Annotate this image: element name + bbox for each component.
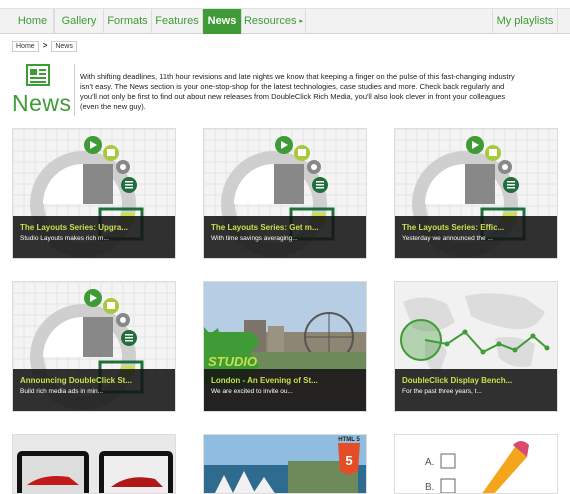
intro-text: With shifting deadlines, 11th hour revis… bbox=[80, 72, 515, 111]
breadcrumb-home[interactable]: Home bbox=[12, 41, 39, 52]
card-title: Announcing DoubleClick St... bbox=[20, 376, 132, 385]
card-subtitle: Yesterday we announced the ... bbox=[402, 235, 493, 242]
svg-text:5: 5 bbox=[345, 453, 352, 468]
nav-home[interactable]: Home bbox=[12, 9, 54, 34]
card-caption: The Layouts Series: Effic... Yesterday w… bbox=[395, 216, 557, 258]
card-caption: The Layouts Series: Upgra... Studio Layo… bbox=[13, 216, 175, 258]
breadcrumb-current[interactable]: News bbox=[51, 41, 77, 52]
html5-badge: HTML 5 bbox=[338, 437, 360, 443]
quiz-label-b: B. bbox=[425, 482, 434, 493]
card-title: The Layouts Series: Effic... bbox=[402, 223, 505, 232]
card-subtitle: We are excited to invite ou... bbox=[211, 388, 293, 395]
news-icon bbox=[26, 64, 50, 86]
card-title: DoubleClick Display Bench... bbox=[402, 376, 513, 385]
card-caption: The Layouts Series: Get m... With time s… bbox=[204, 216, 366, 258]
studio-badge: STUDIO bbox=[208, 354, 257, 369]
quiz-image: A. B. bbox=[425, 441, 529, 493]
card-caption: DoubleClick Display Bench... For the pas… bbox=[395, 369, 557, 411]
news-card[interactable]: STUDIO London - An Evening of St... We a… bbox=[203, 281, 367, 412]
news-card[interactable]: DoubleClick Display Bench... For the pas… bbox=[394, 281, 558, 412]
tablets-image bbox=[17, 451, 173, 493]
nav-my-playlists[interactable]: My playlists bbox=[492, 9, 558, 34]
news-card[interactable]: The Layouts Series: Effic... Yesterday w… bbox=[394, 128, 558, 259]
breadcrumb: Home > News bbox=[12, 41, 77, 53]
nav-formats[interactable]: Formats bbox=[104, 9, 152, 34]
news-card[interactable]: The Layouts Series: Upgra... Studio Layo… bbox=[12, 128, 176, 259]
bottom-card-quiz[interactable]: A. B. bbox=[394, 434, 558, 494]
card-caption: London - An Evening of St... We are exci… bbox=[204, 369, 366, 411]
breadcrumb-separator: > bbox=[42, 41, 48, 50]
nav-news[interactable]: News bbox=[203, 9, 242, 34]
card-subtitle: Build rich media ads in min... bbox=[20, 388, 104, 395]
card-subtitle: For the past three years, t... bbox=[402, 388, 482, 395]
main-nav: Home Gallery Formats Features News Resou… bbox=[0, 8, 570, 34]
bottom-card-tablets[interactable] bbox=[12, 434, 176, 494]
page-title: News bbox=[12, 90, 72, 116]
card-title: The Layouts Series: Upgra... bbox=[20, 223, 129, 232]
card-subtitle: With time savings averaging... bbox=[211, 235, 298, 242]
header-divider bbox=[74, 64, 75, 116]
card-title: London - An Evening of St... bbox=[211, 376, 318, 385]
nav-features[interactable]: Features bbox=[152, 9, 203, 34]
card-title: The Layouts Series: Get m... bbox=[211, 223, 319, 232]
bottom-card-sydney[interactable]: 5 HTML 5 bbox=[203, 434, 367, 494]
quiz-label-a: A. bbox=[425, 457, 434, 468]
nav-gallery[interactable]: Gallery bbox=[54, 9, 104, 34]
card-subtitle: Studio Layouts makes rich m... bbox=[20, 235, 109, 242]
sydney-image: 5 HTML 5 bbox=[204, 435, 366, 493]
nav-resources-label: Resources bbox=[243, 15, 297, 27]
chevron-right-icon: ▸ bbox=[299, 18, 304, 25]
card-caption: Announcing DoubleClick St... Build rich … bbox=[13, 369, 175, 411]
nav-resources[interactable]: Resources ▸ bbox=[242, 9, 306, 34]
news-card[interactable]: Announcing DoubleClick St... Build rich … bbox=[12, 281, 176, 412]
news-card[interactable]: The Layouts Series: Get m... With time s… bbox=[203, 128, 367, 259]
